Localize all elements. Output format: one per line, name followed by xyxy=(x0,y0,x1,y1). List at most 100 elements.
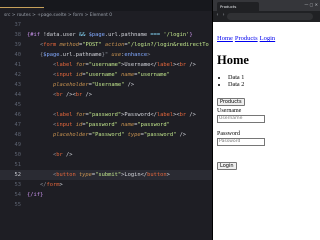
code-token: "username" xyxy=(85,72,122,78)
code-line[interactable]: 54 {/if} xyxy=(0,190,212,200)
code-area[interactable]: 37 38 {#if !data.user && $page.url.pathnam… xyxy=(0,20,212,210)
code-token: type xyxy=(127,132,141,138)
line-number: 47 xyxy=(14,122,22,128)
line-number: 48 xyxy=(14,132,22,138)
code-token: === xyxy=(150,32,164,38)
code-token: button xyxy=(147,172,167,178)
code-token: name xyxy=(121,72,135,78)
code-token: action xyxy=(104,42,125,48)
code-token: >Username</ xyxy=(121,62,157,68)
code-token: { xyxy=(27,52,44,58)
browser-toolbar: ‹ › xyxy=(213,11,320,22)
line-number: 39 xyxy=(14,42,22,48)
code-token: button xyxy=(56,172,79,178)
code-token: < xyxy=(27,172,57,178)
code-line[interactable]: 51 xyxy=(0,160,212,170)
code-token: /> xyxy=(189,62,196,68)
code-token: use xyxy=(111,52,122,58)
password-input[interactable]: Password xyxy=(217,138,265,146)
code-text: <button type="submit">Login</button> xyxy=(27,170,170,180)
login-button[interactable]: Login xyxy=(217,162,237,170)
code-editor[interactable]: ◆+layout.svelte◆+page.server.ts◆hooks.se… xyxy=(0,0,212,240)
code-text: {$page.url.pathname}" use:enhance> xyxy=(27,50,150,60)
code-line[interactable]: 50 <br /> xyxy=(0,150,212,160)
code-line[interactable]: 42 <input id="username" name="username" xyxy=(0,70,212,80)
code-line[interactable]: 49 xyxy=(0,140,212,150)
code-token: form xyxy=(46,182,60,188)
code-token: < xyxy=(27,122,57,128)
code-line[interactable]: 39 <form method="POST" action="/login?/l… xyxy=(0,40,212,50)
nav-link-login[interactable]: Login xyxy=(260,35,276,42)
code-token: >Login</ xyxy=(121,172,148,178)
code-token: > xyxy=(59,182,63,188)
username-input[interactable]: Username xyxy=(217,115,265,123)
editor-tab-bar: ◆+layout.svelte◆+page.server.ts◆hooks.se… xyxy=(0,0,212,11)
code-token: $page xyxy=(88,32,105,38)
code-token: br xyxy=(75,92,86,98)
nav-link-home[interactable]: Home xyxy=(217,35,233,42)
code-line[interactable]: 41 <label for="username">Username</label… xyxy=(0,60,212,70)
code-line[interactable]: 38 {#if !data.user && $page.url.pathname … xyxy=(0,30,212,40)
code-token: .url.pathname xyxy=(104,32,151,38)
code-token: "submit" xyxy=(95,172,122,178)
code-token: "/login?/login&redirectTo xyxy=(127,42,209,48)
code-token: /> xyxy=(85,92,92,98)
code-token: type xyxy=(78,172,92,178)
code-line[interactable]: 46 <label for="password">Password</label… xyxy=(0,110,212,120)
browser-window: Products — ▢ ✕ ‹ › Home Products Login Hom… xyxy=(212,0,320,240)
code-token: </ xyxy=(27,182,47,188)
code-line[interactable]: 47 <input id="password" name="password" xyxy=(0,120,212,130)
line-number: 53 xyxy=(14,182,22,188)
code-token: /> xyxy=(127,82,135,88)
code-token: for xyxy=(75,62,86,68)
code-text: {#if !data.user && $page.url.pathname ==… xyxy=(27,30,193,40)
code-token: "password" xyxy=(88,112,122,118)
code-token: label xyxy=(156,62,174,68)
code-text: {/if} xyxy=(27,190,43,200)
code-token: label xyxy=(56,62,76,68)
line-number: 42 xyxy=(14,72,22,78)
code-token: < xyxy=(27,72,57,78)
code-token: > xyxy=(147,52,151,58)
code-text: <br /><br /> xyxy=(27,90,92,100)
code-line[interactable]: 43 placeholder="Username" /> xyxy=(0,80,212,90)
code-line[interactable]: 37 xyxy=(0,20,212,30)
code-token: "Password" xyxy=(91,132,128,138)
code-token: "password" xyxy=(137,122,170,128)
line-number: 46 xyxy=(14,112,22,118)
editor-tab[interactable]: ◆+page.server.ts xyxy=(44,8,91,11)
address-bar[interactable] xyxy=(227,13,313,20)
code-token: />< xyxy=(65,92,76,98)
code-token: for xyxy=(75,112,86,118)
code-token: < xyxy=(27,62,57,68)
code-line[interactable]: 44 <br /><br /> xyxy=(0,90,212,100)
username-label: Username xyxy=(217,108,242,114)
code-text: <form method="POST" action="/login?/logi… xyxy=(27,40,209,50)
code-token: < xyxy=(27,112,57,118)
code-line[interactable]: 45 xyxy=(0,100,212,110)
browser-tab[interactable]: Products xyxy=(217,2,259,11)
nav-link-products[interactable]: Products xyxy=(235,35,258,42)
line-number: 49 xyxy=(14,142,22,148)
code-line[interactable]: 53 </form> xyxy=(0,180,212,190)
line-number: 38 xyxy=(14,32,22,38)
password-label: Password xyxy=(217,131,241,137)
code-line[interactable]: 52 <button type="submit">Login</button> xyxy=(0,170,212,180)
editor-tab[interactable]: ◆+layout.svelte xyxy=(0,7,44,11)
data-list: Data 1 Data 2 xyxy=(228,74,317,88)
code-token: }" xyxy=(101,52,112,58)
editor-tab[interactable]: ◆hooks.server.ts xyxy=(90,8,135,11)
code-token: {/if} xyxy=(27,192,44,198)
window-controls[interactable]: — ▢ ✕ xyxy=(304,2,318,7)
back-icon[interactable]: ‹ › xyxy=(216,12,225,18)
code-token: !data.user xyxy=(43,32,79,38)
code-line[interactable]: 55 xyxy=(0,200,212,210)
code-token: /> xyxy=(189,112,196,118)
code-text: <br /> xyxy=(27,150,73,160)
code-token: method xyxy=(59,42,79,48)
code-line[interactable]: 40 {$page.url.pathname}" use:enhance> xyxy=(0,50,212,60)
browser-tab-strip: Products — ▢ ✕ xyxy=(213,0,320,11)
products-button[interactable]: Products xyxy=(217,98,245,106)
code-text: <label for="password">Password</label><b… xyxy=(27,110,196,120)
code-line[interactable]: 48 placeholder="Password" type="password… xyxy=(0,130,212,140)
